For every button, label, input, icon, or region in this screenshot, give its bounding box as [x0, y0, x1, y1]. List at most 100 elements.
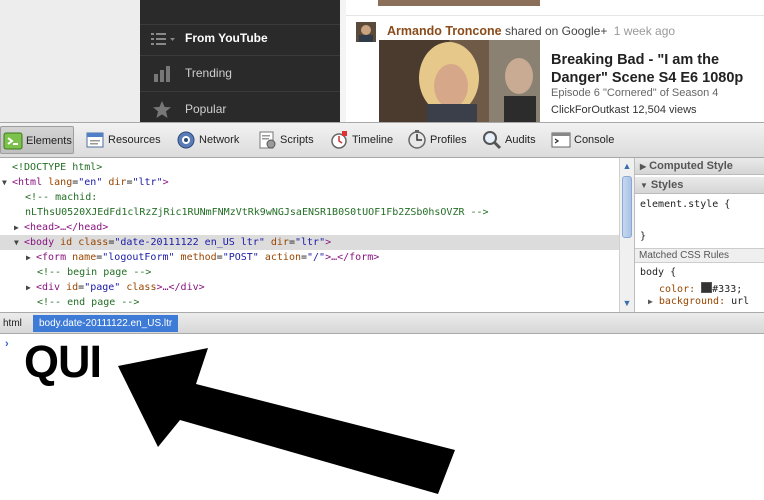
- dom-line-form[interactable]: ▶ <form name="logoutForm" method="POST" a…: [0, 250, 619, 265]
- matched-rules-header: Matched CSS Rules: [635, 248, 764, 263]
- dom-line-comment-cont[interactable]: nLThsU0520XJEdFd1clRzZjRic1RUNmFNMzVtRk9…: [0, 205, 619, 220]
- crumb-body[interactable]: body.date-20111122.en_US.ltr: [33, 315, 179, 332]
- property-name: color:: [659, 284, 696, 295]
- guide-sidebar: From YouTube Trending Popular: [140, 0, 340, 122]
- scroll-up-icon[interactable]: ▲: [621, 159, 633, 173]
- attr-name: dir: [270, 237, 289, 248]
- background-declaration[interactable]: ▶ background: url: [648, 296, 749, 307]
- scrollbar-thumb[interactable]: [622, 176, 632, 238]
- collapsed-triangle-icon[interactable]: ▶: [14, 220, 24, 235]
- console-input-text[interactable]: QUI: [24, 337, 102, 387]
- color-swatch[interactable]: [701, 282, 713, 293]
- attr-name: id: [66, 282, 79, 293]
- attr-value: "date-20111122 en_US ltr": [114, 237, 265, 248]
- color-declaration[interactable]: color: #333;: [659, 282, 742, 295]
- list-icon: [151, 33, 175, 45]
- page-left-background: [0, 0, 140, 122]
- tab-label: Profiles: [430, 134, 467, 146]
- attr-name: action: [264, 252, 301, 263]
- tag-close: >…</div>: [156, 282, 205, 293]
- attr-value: "logoutForm": [102, 252, 175, 263]
- tab-console[interactable]: Console: [549, 126, 619, 154]
- elements-scrollbar[interactable]: ▲ ▼: [619, 158, 634, 312]
- dom-line-doctype[interactable]: <!DOCTYPE html>: [0, 160, 619, 175]
- attr-value: "en": [78, 177, 103, 188]
- tab-profiles[interactable]: Profiles: [405, 126, 473, 154]
- tab-label: Elements: [26, 135, 72, 147]
- share-line: Armando Troncone shared on Google+ 1 wee…: [387, 24, 675, 38]
- tag-name: <head>…</head>: [24, 222, 109, 233]
- network-icon: [177, 131, 195, 149]
- expanded-triangle-icon[interactable]: ▼: [2, 175, 12, 190]
- star-icon: [153, 101, 171, 118]
- console-prompt-icon: ›: [5, 338, 9, 350]
- doctype-text: <!DOCTYPE html>: [12, 162, 103, 173]
- dom-line-head[interactable]: ▶ <head>…</head>: [0, 220, 619, 235]
- dom-line-comment-end[interactable]: <!-- end page -->: [0, 295, 619, 310]
- crumb-html[interactable]: html: [2, 315, 23, 332]
- tab-scripts[interactable]: Scripts: [255, 126, 319, 154]
- tab-label: Scripts: [280, 134, 314, 146]
- guide-item-from-youtube[interactable]: From YouTube: [140, 24, 340, 54]
- channel-name[interactable]: ClickForOutkast: [551, 104, 629, 116]
- elements-tree[interactable]: <!DOCTYPE html> ▼ <html lang="en" dir="lt…: [0, 158, 619, 312]
- previous-video-thumbnail[interactable]: [378, 0, 540, 6]
- computed-style-header[interactable]: ▶ Computed Style: [635, 158, 764, 175]
- expanded-triangle-icon: ▼: [640, 181, 648, 190]
- dom-line-comment[interactable]: <!-- machid:: [0, 190, 619, 205]
- feed-divider: [346, 15, 764, 16]
- section-title: Computed Style: [649, 160, 733, 172]
- styles-header[interactable]: ▼ Styles: [635, 177, 764, 194]
- scripts-icon: [259, 131, 276, 149]
- dom-line-body-selected[interactable]: ▼ <body id class="date-20111122 en_US ltr…: [0, 235, 619, 250]
- console-panel[interactable]: ›: [0, 334, 764, 500]
- tab-elements[interactable]: Elements: [0, 126, 74, 154]
- collapsed-triangle-icon[interactable]: ▶: [26, 250, 36, 265]
- share-author[interactable]: Armando Troncone: [387, 24, 502, 38]
- dom-line-comment-begin[interactable]: <!-- begin page -->: [0, 265, 619, 280]
- activity-feed: Armando Troncone shared on Google+ 1 wee…: [346, 0, 764, 122]
- element-style-rule[interactable]: element.style {: [640, 199, 730, 210]
- youtube-page: From YouTube Trending Popular Armando Tr…: [0, 0, 764, 122]
- tag-name: <form: [36, 252, 67, 263]
- avatar[interactable]: [356, 22, 376, 42]
- devtools-toolbar: Elements Resources Network Scripts Timel…: [0, 122, 764, 158]
- video-thumbnail[interactable]: [379, 40, 540, 122]
- tab-label: Timeline: [352, 134, 394, 146]
- guide-item-label: From YouTube: [185, 31, 268, 45]
- share-action: shared on Google+: [504, 24, 608, 38]
- dom-line-html[interactable]: ▼ <html lang="en" dir="ltr">: [0, 175, 619, 190]
- attr-value: "/": [307, 252, 326, 263]
- console-icon: [551, 132, 571, 148]
- video-subtitle: Episode 6 "Cornered" of Season 4: [551, 87, 719, 99]
- guide-item-popular[interactable]: Popular: [140, 95, 340, 122]
- collapsed-triangle-icon[interactable]: ▶: [26, 280, 36, 295]
- comment-text: <!-- begin page -->: [37, 267, 152, 278]
- scroll-down-icon[interactable]: ▼: [621, 296, 633, 310]
- guide-item-label: Popular: [185, 102, 227, 116]
- tab-label: Network: [199, 134, 240, 146]
- attr-name: class: [126, 282, 157, 293]
- video-title[interactable]: Breaking Bad - "I am the Danger" Scene S…: [551, 51, 761, 87]
- rule-selector[interactable]: body {: [640, 267, 676, 278]
- timeline-icon: [331, 131, 347, 149]
- tab-timeline[interactable]: Timeline: [327, 126, 397, 154]
- tab-label: Console: [574, 134, 615, 146]
- styles-sidebar: ▶ Computed Style ▼ Styles element.style { …: [634, 158, 764, 312]
- dom-line-div-page[interactable]: ▶ <div id="page" class>…</div>: [0, 280, 619, 295]
- rule-close-brace: }: [640, 231, 647, 242]
- elements-icon: [3, 132, 23, 150]
- expanded-triangle-icon[interactable]: ▼: [14, 235, 24, 250]
- comment-text: nLThsU0520XJEdFd1clRzZjRic1RUNmFNMzVtRk9…: [25, 207, 489, 218]
- tag-name: <html: [12, 177, 43, 188]
- share-timestamp: 1 week ago: [613, 24, 676, 38]
- tab-audits[interactable]: Audits: [480, 126, 542, 154]
- property-value: url: [731, 296, 750, 307]
- guide-item-trending[interactable]: Trending: [140, 59, 340, 89]
- property-name: background:: [658, 296, 726, 307]
- collapsed-triangle-icon[interactable]: ▶: [648, 297, 653, 306]
- tab-network[interactable]: Network: [174, 126, 246, 154]
- property-value: #333;: [712, 284, 743, 295]
- bar-chart-icon: [154, 66, 170, 82]
- tab-resources[interactable]: Resources: [83, 126, 165, 154]
